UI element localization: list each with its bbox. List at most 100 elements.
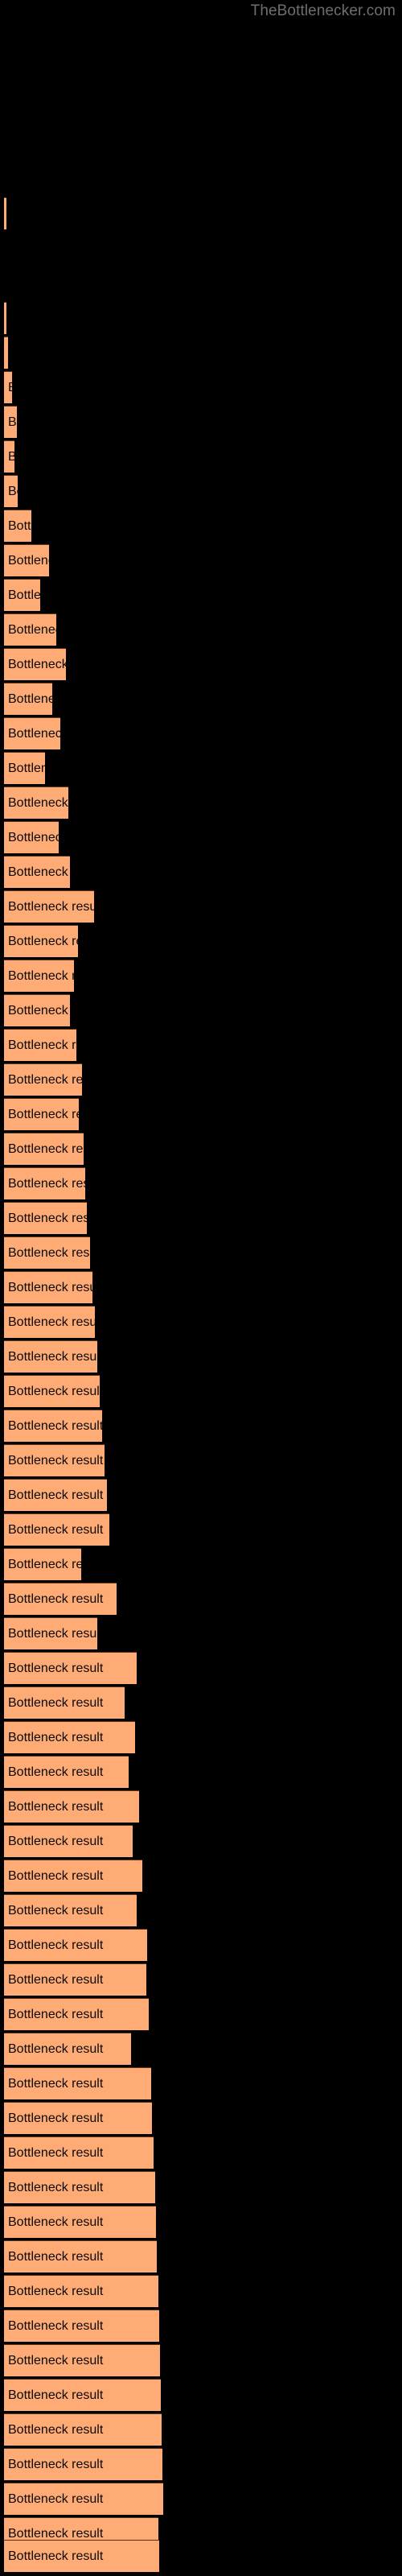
- bar-rect: Bottleneck result: [4, 1063, 82, 1096]
- bar-row: Bottleneck result: [4, 1479, 107, 1511]
- bar-rect: Bottleneck result: [4, 994, 70, 1026]
- bar-rect: Bottleneck result: [4, 2540, 159, 2572]
- bar-label: Bottleneck result: [8, 381, 12, 394]
- bar-rect: Bottleneck result: [4, 683, 52, 715]
- bar-row: Bottleneck result: [4, 302, 6, 334]
- bar-row: Bottleneck result: [4, 440, 14, 473]
- bar-rect: Bottleneck result: [4, 1929, 147, 1961]
- bar-label: Bottleneck result: [8, 1453, 104, 1468]
- bar-label: Bottleneck result: [8, 2491, 104, 2506]
- bar-row: Bottleneck result: [4, 1133, 84, 1165]
- bar-row: Bottleneck result: [4, 1686, 125, 1719]
- bar-rect: Bottleneck result: [4, 1410, 102, 1442]
- bar-row: Bottleneck result: [4, 1652, 137, 1684]
- bar-label: Bottleneck result: [8, 2007, 104, 2021]
- bar-label: Bottleneck result: [8, 415, 17, 429]
- bar-rect: Bottleneck result: [4, 613, 56, 646]
- bar-label: Bottleneck result: [8, 934, 78, 948]
- bar-label: Bottleneck result: [8, 1315, 95, 1329]
- bar-label: Bottleneck result: [8, 1938, 104, 1952]
- bar-label: Bottleneck result: [8, 1211, 87, 1225]
- bar-row: Bottleneck result: [4, 1583, 117, 1615]
- bar-row: Bottleneck result: [4, 197, 6, 229]
- bar-rect: Bottleneck result: [4, 2483, 163, 2515]
- bar-rect: Bottleneck result: [4, 1236, 90, 1269]
- bar-label: Bottleneck result: [8, 1245, 90, 1260]
- bar-row: Bottleneck result: [4, 1167, 85, 1199]
- bar-label: Bottleneck result: [8, 2145, 104, 2160]
- bar-label: Bottleneck result: [8, 865, 70, 879]
- bar-row: Bottleneck result: [4, 1063, 82, 1096]
- bar-rect: Bottleneck result: [4, 1652, 137, 1684]
- bar-rect: Bottleneck result: [4, 544, 49, 576]
- bar-row: Bottleneck result: [4, 856, 70, 888]
- bar-rect: Bottleneck result: [4, 1756, 129, 1788]
- bar-label: Bottleneck result: [8, 2549, 104, 2563]
- bar-row: Bottleneck result: [4, 2310, 159, 2342]
- bar-row: Bottleneck result: [4, 1548, 81, 1580]
- bar-row: Bottleneck result: [4, 1721, 135, 1753]
- bar-row: Bottleneck result: [4, 1998, 149, 2030]
- bar-label: Bottleneck result: [8, 1280, 92, 1294]
- bar-rect: Bottleneck result: [4, 1340, 97, 1373]
- bar-row: Bottleneck result: [4, 2136, 154, 2169]
- bar-rect: Bottleneck result: [4, 2344, 160, 2376]
- bar-rect: Bottleneck result: [4, 1167, 85, 1199]
- bar-rect: Bottleneck result: [4, 440, 14, 473]
- bar-rect: Bottleneck result: [4, 717, 60, 749]
- bar-label: Bottleneck result: [8, 1765, 104, 1779]
- bar-label: Bottleneck result: [8, 657, 66, 671]
- bar-label: Bottleneck result: [8, 2388, 104, 2402]
- bar-row: Bottleneck result: [4, 2033, 131, 2065]
- bar-row: Bottleneck result: [4, 2379, 161, 2411]
- bar-label: Bottleneck result: [8, 1972, 104, 1987]
- bar-rect: Bottleneck result: [4, 1860, 142, 1892]
- bar-rect: Bottleneck result: [4, 2102, 152, 2134]
- bar-row: Bottleneck result: [4, 1929, 147, 1961]
- bar-row: Bottleneck result: [4, 925, 78, 957]
- bar-label: Bottleneck result: [8, 2076, 104, 2091]
- bar-rect: Bottleneck result: [4, 1029, 76, 1061]
- bar-label: Bottleneck result: [8, 622, 56, 637]
- bar-label: Bottleneck result: [8, 1003, 70, 1018]
- bar-row: Bottleneck result: [4, 1825, 133, 1857]
- bar-label: Bottleneck result: [8, 2249, 104, 2264]
- bar-rect: Bottleneck result: [4, 1479, 107, 1511]
- bar-rect: Bottleneck result: [4, 1444, 105, 1476]
- bar-row: Bottleneck result: [4, 1306, 95, 1338]
- bar-rect: Bottleneck result: [4, 2310, 159, 2342]
- bar-row: Bottleneck result: [4, 2413, 162, 2446]
- bar-rect: Bottleneck result: [4, 510, 31, 542]
- bar-row: Bottleneck result: [4, 1236, 90, 1269]
- bar-rect: Bottleneck result: [4, 1617, 97, 1649]
- bar-rect: Bottleneck result: [4, 2136, 154, 2169]
- bar-rect: Bottleneck result: [4, 925, 78, 957]
- bar-label: Bottleneck result: [8, 2422, 104, 2437]
- bar-rect: Bottleneck result: [4, 2171, 155, 2203]
- bar-row: Bottleneck result: [4, 2240, 157, 2273]
- bar-rect: Bottleneck result: [4, 1271, 92, 1303]
- bar-label: Bottleneck result: [8, 2457, 104, 2471]
- bar-rect: Bottleneck result: [4, 648, 66, 680]
- bar-label: Bottleneck result: [8, 2111, 104, 2125]
- bar-row: Bottleneck result: [4, 648, 66, 680]
- bar-row: Bottleneck result: [4, 717, 60, 749]
- bar-label: Bottleneck result: [8, 1557, 81, 1571]
- bar-label: Bottleneck result: [8, 726, 60, 741]
- bar-label: Bottleneck result: [8, 1072, 82, 1087]
- bar-row: Bottleneck result: [4, 1271, 92, 1303]
- bar-label: Bottleneck result: [8, 1522, 104, 1537]
- bar-rect: Bottleneck result: [4, 1202, 87, 1234]
- bar-row: Bottleneck result: [4, 336, 8, 369]
- bar-rect: Bottleneck result: [4, 960, 74, 992]
- bar-rect: Bottleneck result: [4, 1721, 135, 1753]
- bar-rect: Bottleneck result: [4, 2206, 156, 2238]
- bar-series-container: Bottleneck result Bottleneck result Bottle…: [0, 0, 402, 2576]
- bar-label: Bottleneck result: [8, 1591, 104, 1606]
- bar-rect: Bottleneck result: [4, 1963, 146, 1996]
- bar-label: Bottleneck result: [8, 1903, 104, 1918]
- bar-row: Bottleneck result: [4, 475, 18, 507]
- bar-label: Bottleneck result: [8, 588, 40, 602]
- bar-label: Bottleneck result: [8, 968, 74, 983]
- bar-label: Bottleneck result: [8, 449, 14, 464]
